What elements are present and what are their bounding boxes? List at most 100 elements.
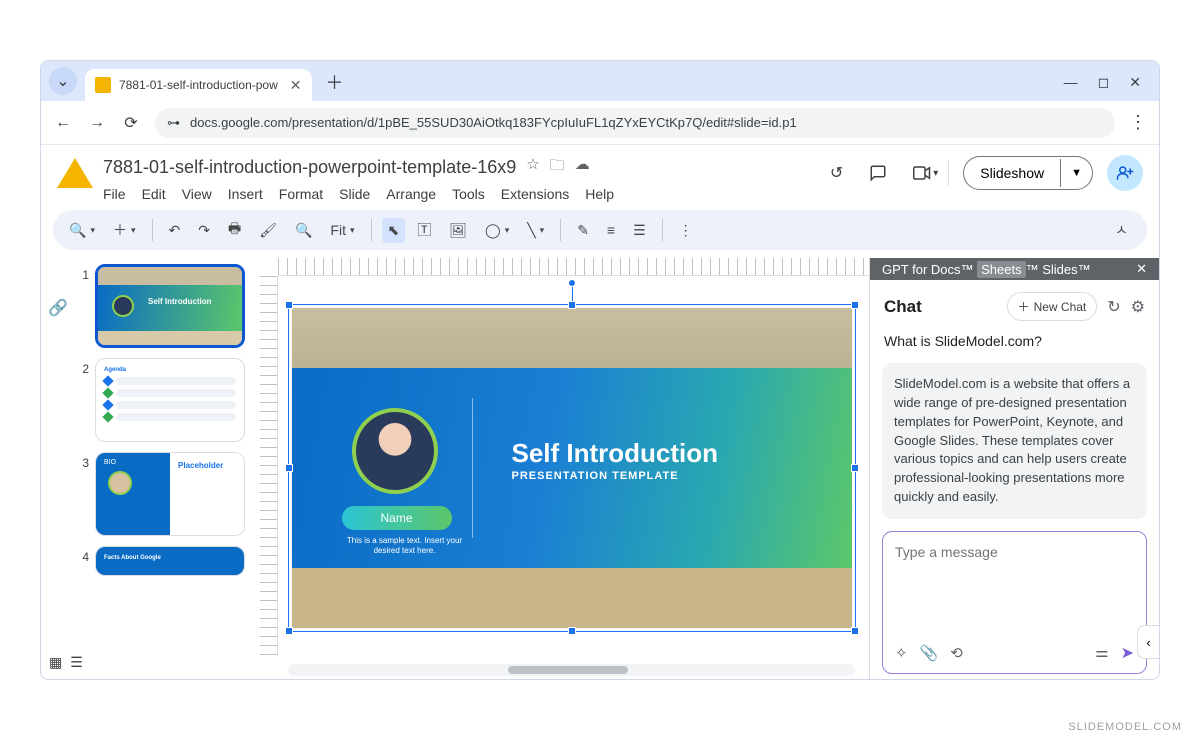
tab-title: 7881-01-self-introduction-pow bbox=[119, 78, 278, 92]
move-icon[interactable]: 🗀 bbox=[550, 155, 565, 180]
thumb-number: 2 bbox=[75, 358, 89, 376]
menu-slide[interactable]: Slide bbox=[339, 186, 370, 202]
work-area: 🔗 1 Self Introduction 2 Agenda bbox=[41, 258, 1159, 680]
magic-icon[interactable]: ✧ bbox=[895, 644, 908, 662]
comments-icon[interactable] bbox=[863, 158, 893, 188]
gpt-sidebar: GPT for Docs™ Sheets™ Slides™ ✕ Chat ＋Ne… bbox=[869, 258, 1159, 680]
reload-icon[interactable]: ⟳ bbox=[121, 113, 141, 133]
redo-icon[interactable]: ↷ bbox=[192, 218, 216, 243]
thumbnail-1[interactable]: Self Introduction bbox=[95, 264, 245, 348]
document-title[interactable]: 7881-01-self-introduction-powerpoint-tem… bbox=[103, 157, 516, 178]
sidebar-title: GPT for Docs™ Sheets™ Slides™ bbox=[882, 262, 1091, 277]
star-icon[interactable]: ☆ bbox=[526, 155, 539, 180]
menu-arrange[interactable]: Arrange bbox=[386, 186, 436, 202]
sliders-icon[interactable]: ⚌ bbox=[1095, 643, 1108, 663]
cloud-status-icon[interactable]: ☁ bbox=[575, 155, 590, 180]
chat-settings-icon[interactable]: ⚙ bbox=[1131, 297, 1145, 317]
browser-menu-icon[interactable]: ⋮ bbox=[1129, 112, 1147, 133]
view-mode-buttons: ▦ ☰ bbox=[49, 654, 83, 671]
filmstrip: 1 Self Introduction 2 Agenda bbox=[75, 258, 260, 680]
toolbar: 🔍▾ ＋▾ ↶ ↷ 🖶 🖌 🔍 Fit▾ ⬉ 🅃 🖼 ◯▾ ╲▾ ✎ ≡ ☰ ⋮… bbox=[53, 210, 1147, 250]
tabs-dropdown[interactable]: ⌄ bbox=[49, 67, 77, 95]
sidebar-title-bar: GPT for Docs™ Sheets™ Slides™ ✕ bbox=[870, 258, 1159, 280]
thumbnail-2[interactable]: Agenda bbox=[95, 358, 245, 442]
thumb-number: 3 bbox=[75, 452, 89, 470]
shape-icon[interactable]: ◯▾ bbox=[479, 218, 515, 243]
browser-window: ⌄ 7881-01-self-introduction-pow ✕ ＋ — ◻ … bbox=[40, 60, 1160, 680]
menu-file[interactable]: File bbox=[103, 186, 126, 202]
assistant-answer: SlideModel.com is a website that offers … bbox=[882, 363, 1147, 519]
refresh-icon[interactable]: ⟲ bbox=[950, 644, 963, 662]
browser-tab[interactable]: 7881-01-self-introduction-pow ✕ bbox=[85, 69, 312, 101]
side-panel-toggle[interactable]: ‹ bbox=[1137, 625, 1159, 659]
align-icon[interactable]: ≡ bbox=[601, 218, 621, 242]
search-menus-icon[interactable]: 🔍▾ bbox=[63, 218, 101, 243]
new-tab-button[interactable]: ＋ bbox=[320, 69, 350, 95]
menu-bar: File Edit View Insert Format Slide Arran… bbox=[103, 186, 824, 202]
thumbnail-3[interactable]: BIO Placeholder bbox=[95, 452, 245, 536]
slides-favicon bbox=[95, 77, 111, 93]
close-tab-icon[interactable]: ✕ bbox=[290, 77, 302, 94]
sidebar-close-icon[interactable]: ✕ bbox=[1136, 261, 1147, 277]
menu-insert[interactable]: Insert bbox=[228, 186, 263, 202]
link-icon[interactable]: 🔗 bbox=[48, 298, 68, 318]
address-bar: ← → ⟳ ⊶ docs.google.com/presentation/d/1… bbox=[41, 101, 1159, 145]
collapse-toolbar-icon[interactable]: ㅅ bbox=[1109, 216, 1137, 244]
line-icon[interactable]: ╲▾ bbox=[521, 218, 550, 243]
menu-help[interactable]: Help bbox=[585, 186, 614, 202]
select-tool-icon[interactable]: ⬉ bbox=[382, 218, 406, 243]
user-question: What is SlideModel.com? bbox=[870, 333, 1159, 363]
new-slide-icon[interactable]: ＋▾ bbox=[107, 216, 142, 244]
textbox-icon[interactable]: 🅃 bbox=[411, 216, 437, 244]
share-button[interactable] bbox=[1107, 155, 1143, 191]
chat-input-box: ✧ 📎 ⟲ ⚌ ➤ bbox=[882, 531, 1147, 674]
canvas: Self Introduction PRESENTATION TEMPLATE … bbox=[260, 258, 869, 680]
paint-format-icon[interactable]: 🖌 bbox=[253, 218, 283, 243]
back-icon[interactable]: ← bbox=[53, 114, 73, 132]
horizontal-scrollbar[interactable] bbox=[288, 664, 855, 676]
maximize-icon[interactable]: ◻ bbox=[1098, 74, 1110, 91]
forward-icon[interactable]: → bbox=[87, 114, 107, 132]
window-controls: — ◻ ✕ bbox=[1064, 74, 1141, 91]
slide-1[interactable]: Self Introduction PRESENTATION TEMPLATE … bbox=[292, 308, 852, 628]
send-icon[interactable]: ➤ bbox=[1121, 643, 1134, 663]
print-icon[interactable]: 🖶 bbox=[222, 214, 247, 246]
more-tools-icon[interactable]: ⋮ bbox=[673, 218, 699, 243]
menu-format[interactable]: Format bbox=[279, 186, 323, 202]
url-input[interactable]: ⊶ docs.google.com/presentation/d/1pBE_55… bbox=[155, 108, 1115, 138]
history-icon[interactable]: ↺ bbox=[824, 157, 849, 189]
line-spacing-icon[interactable]: ☰ bbox=[627, 218, 652, 243]
selection-box bbox=[288, 304, 856, 632]
meet-icon[interactable]: ▾ bbox=[907, 160, 949, 186]
zoom-icon[interactable]: 🔍 bbox=[289, 218, 318, 243]
attach-icon[interactable]: 📎 bbox=[920, 644, 939, 662]
menu-edit[interactable]: Edit bbox=[142, 186, 166, 202]
url-text: docs.google.com/presentation/d/1pBE_55SU… bbox=[190, 115, 797, 130]
horizontal-ruler bbox=[278, 258, 869, 276]
app-header: 7881-01-self-introduction-powerpoint-tem… bbox=[41, 145, 1159, 202]
slides-logo[interactable] bbox=[57, 155, 93, 191]
site-info-icon[interactable]: ⊶ bbox=[167, 115, 180, 131]
menu-tools[interactable]: Tools bbox=[452, 186, 485, 202]
browser-tabs-bar: ⌄ 7881-01-self-introduction-pow ✕ ＋ — ◻ … bbox=[41, 61, 1159, 101]
pen-icon[interactable]: ✎ bbox=[571, 218, 595, 243]
thumbnail-4[interactable]: Facts About Google bbox=[95, 546, 245, 576]
zoom-dropdown[interactable]: Fit▾ bbox=[324, 218, 360, 242]
image-icon[interactable]: 🖼 bbox=[443, 218, 473, 243]
undo-icon[interactable]: ↶ bbox=[163, 218, 187, 243]
menu-extensions[interactable]: Extensions bbox=[501, 186, 569, 202]
thumb-number: 1 bbox=[75, 264, 89, 282]
grid-view-icon[interactable]: ▦ bbox=[49, 654, 62, 671]
chat-heading: Chat bbox=[884, 297, 922, 317]
close-window-icon[interactable]: ✕ bbox=[1129, 74, 1141, 91]
vertical-ruler bbox=[260, 276, 278, 656]
chat-input[interactable] bbox=[883, 532, 1146, 632]
slideshow-dropdown[interactable]: ▼ bbox=[1060, 159, 1092, 187]
speaker-notes-icon[interactable]: ☰ bbox=[70, 654, 83, 671]
new-chat-button[interactable]: ＋New Chat bbox=[1007, 292, 1098, 321]
left-rail: 🔗 bbox=[41, 258, 75, 680]
slideshow-button[interactable]: Slideshow ▼ bbox=[963, 156, 1093, 190]
minimize-icon[interactable]: — bbox=[1064, 74, 1078, 91]
menu-view[interactable]: View bbox=[182, 186, 212, 202]
chat-history-icon[interactable]: ↻ bbox=[1107, 297, 1120, 317]
